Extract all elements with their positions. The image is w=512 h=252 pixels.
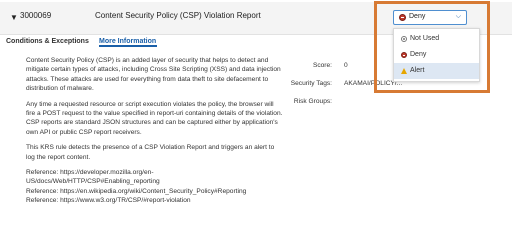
rule-name: Content Security Policy (CSP) Violation … <box>95 11 261 20</box>
action-dropdown-menu: Not Used Deny Alert <box>393 28 480 82</box>
action-select[interactable]: Deny ⌵ <box>393 10 467 25</box>
not-used-icon <box>401 36 407 42</box>
description-paragraph: Content Security Policy (CSP) is an adde… <box>26 57 281 93</box>
alert-icon <box>401 68 407 74</box>
score-label: Score: <box>312 62 332 69</box>
option-label: Deny <box>410 51 427 58</box>
tab-more-information[interactable]: More Information <box>99 38 156 45</box>
deny-icon <box>401 52 407 58</box>
tab-conditions-exceptions[interactable]: Conditions & Exceptions <box>6 38 89 45</box>
reference-link[interactable]: Reference: https://www.w3.org/TR/CSP/#re… <box>26 196 284 205</box>
option-alert[interactable]: Alert <box>394 63 479 79</box>
security-tags-label: Security Tags: <box>290 80 332 87</box>
reference-link[interactable]: Reference: https://developer.mozilla.org… <box>26 168 284 187</box>
option-not-used[interactable]: Not Used <box>394 31 479 47</box>
rule-description: Content Security Policy (CSP) is an adde… <box>26 56 284 206</box>
description-paragraph: This KRS rule detects the presence of a … <box>26 144 275 161</box>
risk-groups-label: Risk Groups: <box>293 98 332 105</box>
option-deny[interactable]: Deny <box>394 47 479 63</box>
chevron-down-icon[interactable]: ⌵ <box>456 13 461 21</box>
score-value: 0 <box>344 62 348 69</box>
rule-id: 3000069 <box>20 11 52 20</box>
active-tab-indicator <box>99 45 157 47</box>
action-select-value: Deny <box>409 13 426 20</box>
option-label: Not Used <box>410 35 440 42</box>
collapse-arrow-icon[interactable]: ▼ <box>10 13 18 22</box>
deny-icon <box>399 14 406 21</box>
description-paragraph: Any time a requested resource or script … <box>26 100 283 136</box>
option-label: Alert <box>410 67 425 74</box>
reference-link[interactable]: Reference: https://en.wikipedia.org/wiki… <box>26 187 284 196</box>
